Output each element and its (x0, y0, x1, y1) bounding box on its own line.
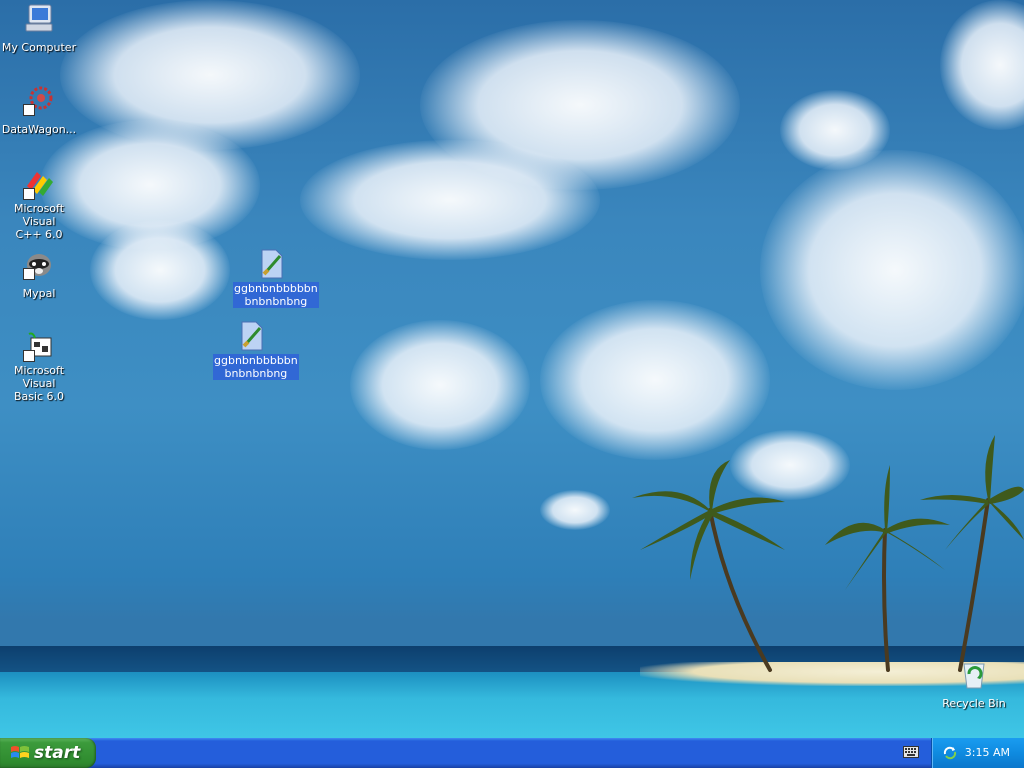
shortcut-arrow-icon (23, 268, 35, 280)
windows-logo-icon (11, 746, 29, 758)
desktop-icon-label: ggbnbnbbbbbn bnbnbnbng (213, 354, 299, 380)
start-label: start (34, 743, 81, 763)
desktop-icon-my-computer[interactable]: My Computer (0, 2, 78, 55)
cloud (300, 140, 600, 260)
recycle-bin-icon (958, 658, 990, 690)
cloud (780, 90, 890, 170)
raccoon-icon (23, 248, 55, 280)
desktop-icon-label: ggbnbnbbbbbn bnbnbnbng (233, 282, 319, 308)
shortcut-arrow-icon (23, 104, 35, 116)
clock[interactable]: 3:15 AM (965, 746, 1010, 759)
recycle-tray-icon[interactable] (942, 745, 958, 761)
label-line-1: ggbnbnbbbbbn (214, 354, 298, 367)
cloud (350, 320, 530, 450)
desktop-icon-label: My Computer (1, 41, 77, 54)
visual-basic-icon (23, 330, 55, 362)
computer-icon (23, 2, 55, 34)
desktop-icon-label: Microsoft Visual C++ 6.0 (0, 202, 78, 241)
desktop-icon-visual-cpp[interactable]: Microsoft Visual C++ 6.0 (0, 168, 78, 242)
label-line-1: Microsoft Visual (13, 202, 65, 228)
desktop-icon-label: DataWagon... (1, 123, 77, 136)
desktop-icon-file-2[interactable]: ggbnbnbbbbbn bnbnbnbng (213, 320, 299, 381)
desktop-icon-label: Microsoft Visual Basic 6.0 (0, 364, 78, 403)
paint-file-icon (256, 248, 288, 280)
label-line-1: Microsoft Visual (13, 364, 65, 390)
shortcut-arrow-icon (23, 350, 35, 362)
palm-trees (632, 435, 1024, 672)
desktop-icon-label: Recycle Bin (942, 697, 1006, 710)
desktop-icon-mypal[interactable]: Mypal (0, 248, 78, 301)
start-button[interactable]: start (0, 738, 96, 768)
desktop-background: My Computer DataWagon... Microsoft Visua… (0, 0, 1024, 738)
shortcut-arrow-icon (23, 188, 35, 200)
cloud (90, 220, 230, 320)
label-line-2: Basic 6.0 (13, 390, 65, 403)
cloud (940, 0, 1024, 130)
label-line-2: C++ 6.0 (15, 228, 63, 241)
system-tray: 3:15 AM (931, 738, 1024, 768)
taskbar: start 3:15 AM (0, 738, 1024, 768)
cloud (540, 490, 610, 530)
label-line-2: bnbnbnbng (244, 295, 308, 308)
paint-file-icon (236, 320, 268, 352)
label-line-2: bnbnbnbng (224, 367, 288, 380)
cloud (760, 150, 1024, 390)
keyboard-icon[interactable] (903, 746, 919, 758)
visual-cpp-icon (23, 168, 55, 200)
desktop-icon-datawagon[interactable]: DataWagon... (0, 84, 78, 137)
desktop-icon-label: Mypal (22, 287, 56, 300)
desktop-icon-file-1[interactable]: ggbnbnbbbbbn bnbnbnbng (233, 248, 319, 309)
desktop-icon-recycle-bin[interactable]: Recycle Bin (935, 658, 1013, 711)
desktop-icon-visual-basic[interactable]: Microsoft Visual Basic 6.0 (0, 330, 78, 404)
label-line-1: ggbnbnbbbbbn (234, 282, 318, 295)
datawagon-icon (23, 84, 55, 116)
